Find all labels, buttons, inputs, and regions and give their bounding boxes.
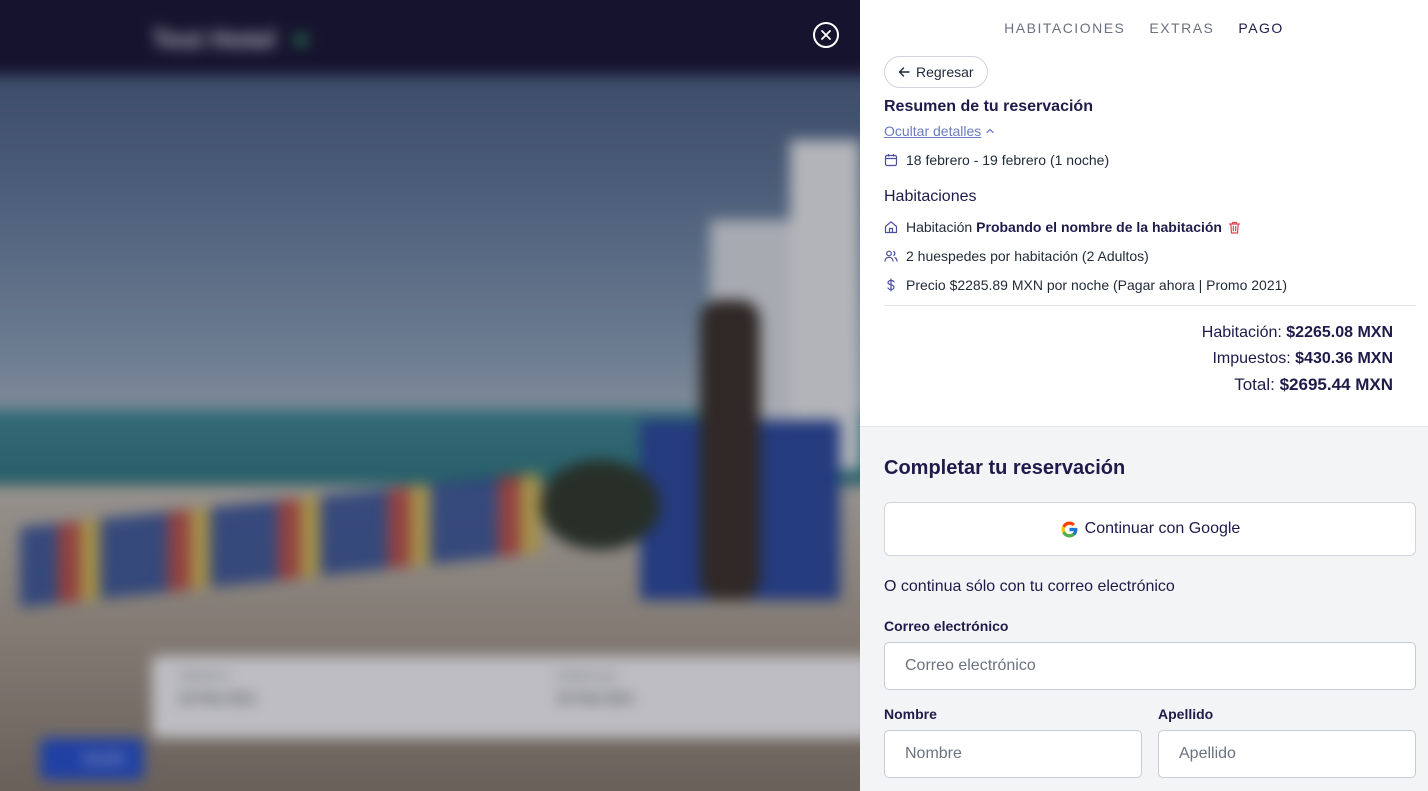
google-signin-button[interactable]: Continuar con Google <box>884 502 1416 556</box>
arrow-left-icon <box>898 67 910 77</box>
total-value: $2695.44 MXN <box>1279 375 1393 394</box>
google-signin-label: Continuar con Google <box>1084 520 1241 537</box>
hide-details-label: Ocultar detalles <box>884 123 982 139</box>
email-field[interactable] <box>884 642 1416 690</box>
room-subtotal-label: Habitación: <box>1201 324 1282 341</box>
dates-text: 18 febrero - 19 febrero (1 noche) <box>906 152 1110 168</box>
booking-steps: HABITACIONES EXTRAS PAGO <box>860 20 1428 36</box>
google-icon <box>1061 521 1078 537</box>
taxes-value: $430.36 MXN <box>1295 350 1393 367</box>
first-name-label: Nombre <box>884 706 937 722</box>
first-name-field[interactable] <box>884 730 1142 778</box>
email-field-label: Correo electrónico <box>884 618 1009 634</box>
total-label: Total: <box>1234 375 1275 394</box>
dollar-icon <box>884 278 898 292</box>
step-rooms[interactable]: HABITACIONES <box>1004 20 1125 36</box>
chevron-up-icon <box>986 128 994 134</box>
total-line: Total: $2695.44 MXN <box>1202 372 1393 398</box>
taxes-line: Impuestos: $430.36 MXN <box>1202 346 1393 372</box>
room-subtotal-line: Habitación: $2265.08 MXN <box>1202 320 1393 346</box>
summary-title: Resumen de tu reservación <box>884 98 1093 115</box>
email-option-label: O continua sólo con tu correo electrónic… <box>884 578 1175 595</box>
close-panel-button[interactable] <box>813 22 839 48</box>
delete-room-trash-icon[interactable] <box>1228 221 1241 234</box>
summary-divider <box>884 305 1416 306</box>
complete-reservation-title: Completar tu reservación <box>884 457 1126 479</box>
price-text: Precio $2285.89 MXN por noche (Pagar aho… <box>906 277 1288 293</box>
room-name: Probando el nombre de la habitación <box>976 219 1222 235</box>
booking-panel: HABITACIONES EXTRAS PAGO Regresar Resume… <box>860 0 1428 791</box>
background-page: Test Hotel Check-in 18 Feb 2021 Check-ou… <box>0 0 860 791</box>
room-subtotal-value: $2265.08 MXN <box>1286 324 1393 341</box>
back-button[interactable]: Regresar <box>884 56 988 88</box>
room-row: Habitación Probando el nombre de la habi… <box>884 219 1241 235</box>
rooms-title: Habitaciones <box>884 188 977 205</box>
guests-row: 2 huespedes por habitación (2 Adultos) <box>884 248 1149 264</box>
step-extras[interactable]: EXTRAS <box>1149 20 1214 36</box>
last-name-label: Apellido <box>1158 706 1214 722</box>
price-totals: Habitación: $2265.08 MXN Impuestos: $430… <box>1202 320 1393 398</box>
back-button-label: Regresar <box>916 64 974 80</box>
close-icon <box>821 30 831 40</box>
room-prefix: Habitación <box>906 219 973 235</box>
users-icon <box>884 249 898 263</box>
last-name-field[interactable] <box>1158 730 1416 778</box>
step-payment[interactable]: PAGO <box>1238 20 1283 36</box>
hide-details-link[interactable]: Ocultar detalles <box>884 123 995 139</box>
calendar-icon <box>884 153 898 167</box>
price-row: Precio $2285.89 MXN por noche (Pagar aho… <box>884 277 1287 293</box>
dates-row: 18 febrero - 19 febrero (1 noche) <box>884 152 1109 168</box>
taxes-label: Impuestos: <box>1212 350 1291 367</box>
reservation-summary: HABITACIONES EXTRAS PAGO Regresar Resume… <box>860 0 1428 427</box>
guests-text: 2 huespedes por habitación (2 Adultos) <box>906 248 1149 264</box>
home-icon <box>884 220 898 234</box>
